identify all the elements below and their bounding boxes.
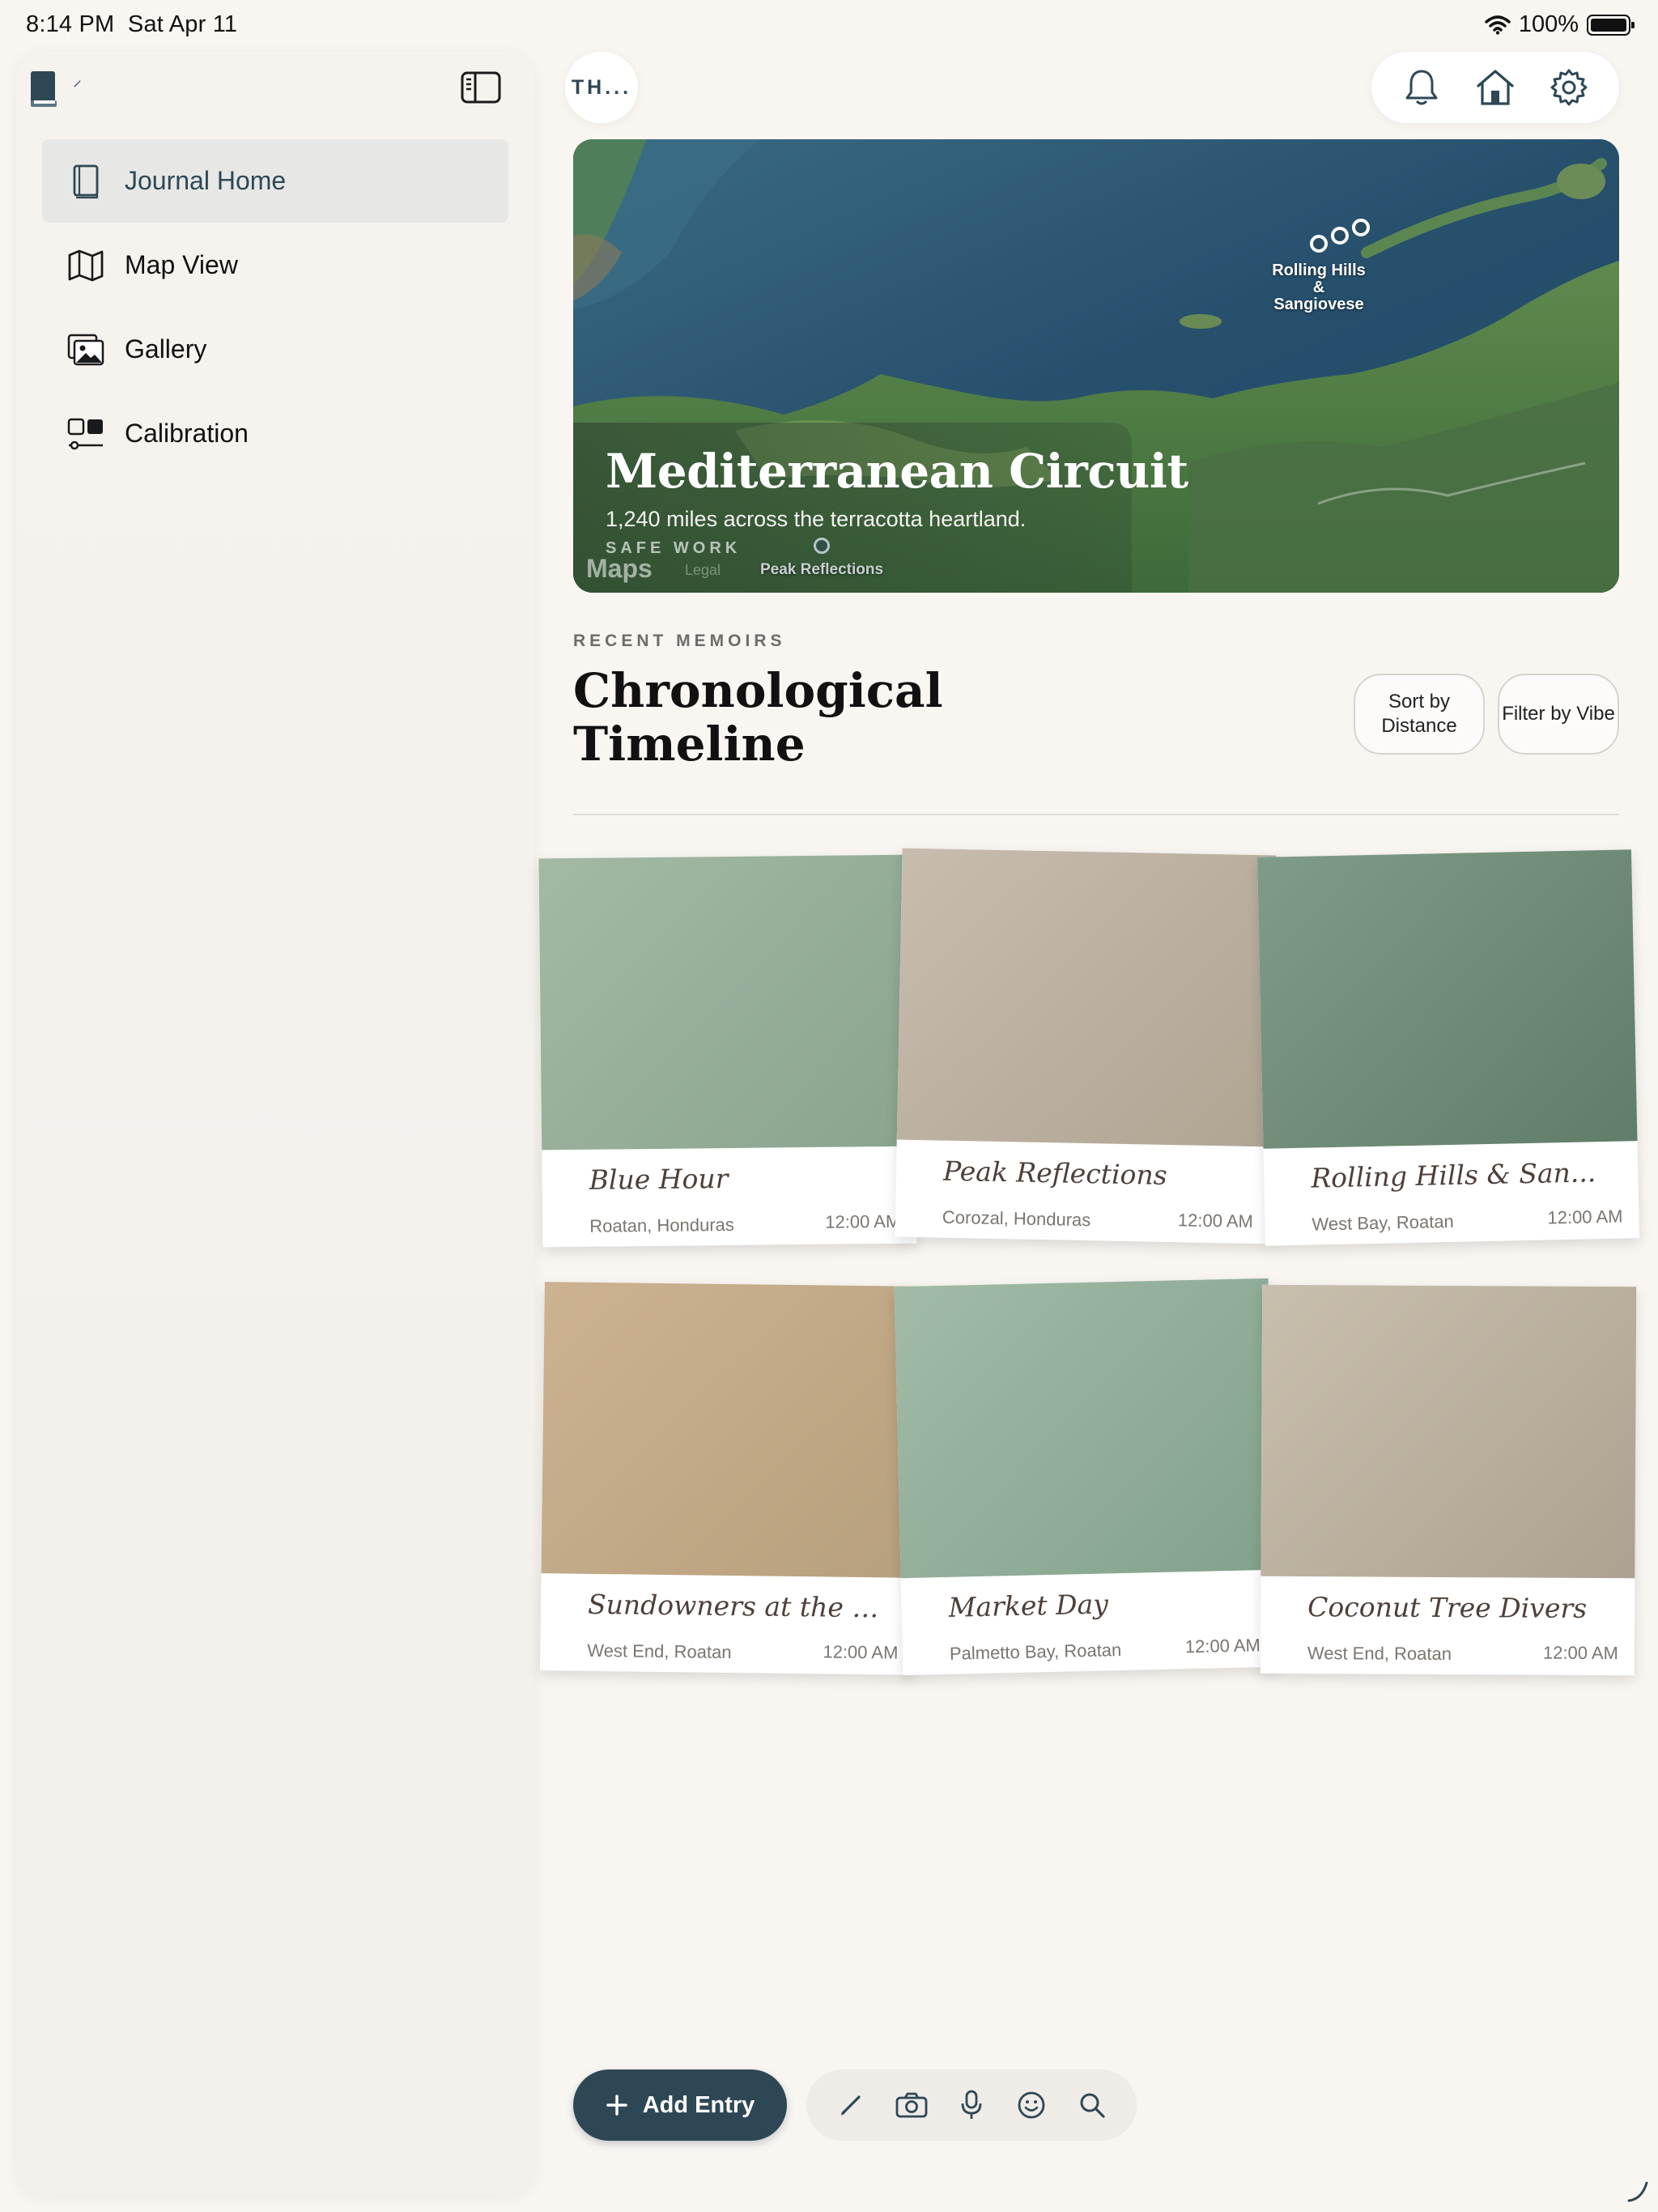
map-pin[interactable] — [1310, 235, 1328, 253]
entry-tools — [806, 2069, 1137, 2141]
memory-title: Peak Reflections — [942, 1155, 1168, 1191]
map-pin[interactable] — [1331, 227, 1349, 245]
journal-book-icon[interactable] — [26, 68, 62, 110]
apple-maps-logo: Maps — [586, 554, 653, 584]
memory-card[interactable]: Blue Hour Roatan, Honduras 12:00 AM — [538, 854, 917, 1248]
map-icon — [66, 246, 105, 285]
top-actions — [1371, 52, 1619, 123]
wifi-icon — [1485, 15, 1511, 35]
status-right: 100% — [1485, 11, 1635, 38]
sidebar: ⸍ Journal Home Map View Gallery Calibrat… — [16, 52, 534, 2196]
section-eyebrow: RECENT MEMOIRS — [573, 632, 786, 650]
sidebar-item-map-view[interactable]: Map View — [42, 223, 508, 307]
camera-icon[interactable] — [892, 2086, 931, 2125]
memory-title: Market Day — [948, 1588, 1109, 1623]
profile-pill[interactable]: TH... — [565, 52, 638, 123]
sort-by-distance-button[interactable]: Sort by Distance — [1354, 674, 1485, 755]
battery-percent: 100% — [1518, 11, 1579, 37]
section-title: Chronological Timeline — [573, 663, 943, 772]
memory-location: West Bay, Roatan — [1312, 1210, 1455, 1235]
filter-by-vibe-button[interactable]: Filter by Vibe — [1498, 674, 1619, 755]
memory-card[interactable]: Sundowners at the H... West End, Roatan … — [540, 1282, 919, 1675]
microphone-icon[interactable] — [952, 2086, 991, 2125]
memory-title: Coconut Tree Divers — [1307, 1591, 1588, 1624]
sidebar-item-label: Calibration — [125, 419, 249, 448]
memory-photo — [896, 848, 1277, 1147]
resize-handle-icon[interactable] — [1626, 2178, 1650, 2202]
memory-location: West End, Roatan — [587, 1640, 732, 1663]
hero-map-card[interactable]: Rolling Hills & Sangiovese Peak Reflecti… — [573, 139, 1619, 593]
sidebar-item-calibration[interactable]: Calibration — [42, 392, 508, 475]
memory-card[interactable]: Peak Reflections Corozal, Honduras 12:00… — [895, 848, 1277, 1244]
memory-time: 12:00 AM — [1177, 1210, 1254, 1232]
battery-icon — [1587, 14, 1635, 36]
sort-button-label: Sort by Distance — [1381, 691, 1457, 737]
map-pin-label: Peak Reflections — [759, 561, 884, 578]
add-entry-button[interactable]: Add Entry — [573, 2069, 787, 2141]
status-time: 8:14 PM Sat Apr 11 — [26, 11, 237, 38]
book-icon — [66, 162, 105, 201]
memory-card[interactable]: Rolling Hills & San... West Bay, Roatan … — [1257, 849, 1639, 1246]
filter-button-label: Filter by Vibe — [1502, 703, 1615, 725]
hero-title: Mediterranean Circuit — [606, 444, 1188, 499]
home-icon[interactable] — [1473, 65, 1518, 110]
sidebar-toggle-icon[interactable] — [460, 70, 502, 105]
map-pin[interactable] — [1352, 219, 1370, 236]
sidebar-item-label: Gallery — [125, 334, 207, 364]
bell-icon[interactable] — [1399, 65, 1444, 110]
memory-time: 12:00 AM — [1184, 1635, 1261, 1657]
sidebar-item-label: Journal Home — [125, 166, 287, 195]
memory-photo — [894, 1278, 1275, 1579]
status-bar: 8:14 PM Sat Apr 11 100% — [0, 0, 1658, 52]
gallery-icon — [66, 330, 105, 369]
sidebar-nav: Journal Home Map View Gallery Calibratio… — [42, 139, 508, 476]
map-pin-label: Rolling Hills & Sangiovese — [1272, 262, 1366, 313]
calibration-icon — [66, 415, 105, 453]
hero-subtitle: 1,240 miles across the terracotta heartl… — [606, 507, 1027, 531]
memory-card[interactable]: Market Day Palmetto Bay, Roatan 12:00 AM — [894, 1278, 1278, 1676]
map-legal-link[interactable]: Legal — [685, 562, 721, 579]
memory-title: Blue Hour — [589, 1163, 729, 1196]
memory-location: West End, Roatan — [1307, 1643, 1452, 1665]
sidebar-item-label: Map View — [125, 250, 238, 279]
memory-photo — [541, 1282, 919, 1578]
memory-location: Palmetto Bay, Roatan — [949, 1640, 1122, 1664]
add-entry-label: Add Entry — [642, 2091, 755, 2118]
sidebar-item-journal-home[interactable]: Journal Home — [42, 139, 508, 223]
gear-icon[interactable] — [1546, 65, 1592, 110]
memory-location: Corozal, Honduras — [942, 1206, 1091, 1231]
maps-logo-text: Maps — [586, 554, 653, 583]
memory-photo — [1261, 1284, 1637, 1579]
memory-title: Sundowners at the H... — [587, 1588, 899, 1624]
pencil-icon[interactable] — [831, 2086, 870, 2125]
clock-date: Sat Apr 11 — [127, 11, 238, 37]
memory-title: Rolling Hills & San... — [1310, 1156, 1596, 1194]
memory-time: 12:00 AM — [1547, 1206, 1623, 1228]
memory-card[interactable]: Coconut Tree Divers West End, Roatan 12:… — [1260, 1284, 1637, 1676]
memory-time: 12:00 AM — [825, 1210, 901, 1232]
memory-photo — [1257, 849, 1638, 1149]
plus-icon — [606, 2095, 627, 2116]
search-icon[interactable] — [1073, 2086, 1112, 2125]
smiley-icon[interactable] — [1012, 2086, 1051, 2125]
map-pin[interactable] — [814, 538, 830, 554]
clock-time: 8:14 PM — [26, 11, 115, 37]
memory-time: 12:00 AM — [823, 1641, 899, 1663]
memory-photo — [538, 854, 916, 1151]
sidebar-mini-label: ⸍ — [73, 77, 83, 97]
sidebar-item-gallery[interactable]: Gallery — [42, 308, 508, 391]
memory-location: Roatan, Honduras — [589, 1214, 734, 1236]
memory-time: 12:00 AM — [1542, 1642, 1618, 1664]
section-divider — [573, 814, 1619, 815]
